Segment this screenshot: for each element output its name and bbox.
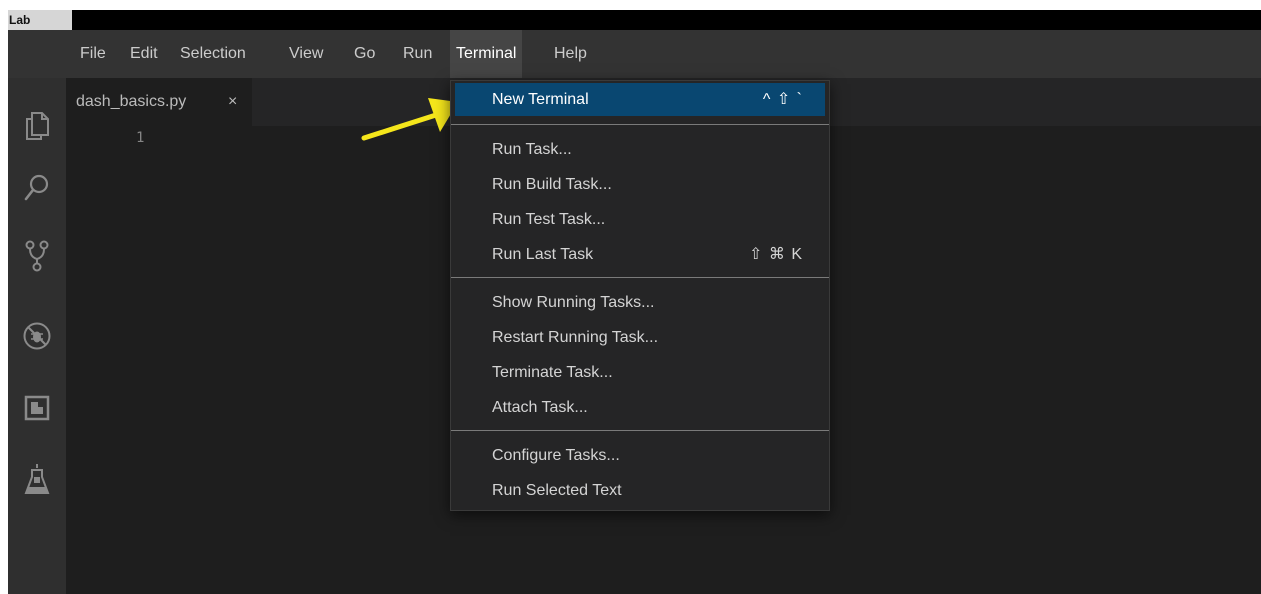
menu-run[interactable]: Run — [397, 30, 438, 78]
menu-go[interactable]: Go — [348, 30, 381, 78]
menu-item-run-task[interactable]: Run Task... — [455, 133, 825, 166]
menu-bar: File Edit Selection View Go Run Terminal… — [8, 30, 1261, 78]
explorer-icon[interactable] — [8, 100, 66, 152]
menu-item-attach-task[interactable]: Attach Task... — [455, 391, 825, 424]
close-icon[interactable]: × — [228, 78, 237, 126]
menu-help[interactable]: Help — [548, 30, 593, 78]
menu-divider — [451, 277, 829, 278]
menu-item-run-last-task[interactable]: Run Last Task ⇧ ⌘ K — [455, 238, 825, 271]
menu-divider — [451, 124, 829, 125]
menu-item-new-terminal[interactable]: New Terminal ^ ⇧ ` — [455, 83, 825, 116]
menu-item-run-build-task[interactable]: Run Build Task... — [455, 168, 825, 201]
editor-tab-dash-basics[interactable]: dash_basics.py × — [66, 78, 252, 126]
line-number: 1 — [136, 130, 145, 146]
testing-flask-icon[interactable] — [8, 454, 66, 506]
app-window: Lab File Edit Selection View Go Run Term… — [8, 10, 1261, 594]
menu-divider — [451, 430, 829, 431]
menu-file[interactable]: File — [74, 30, 112, 78]
source-control-icon[interactable] — [8, 230, 66, 282]
tab-label: dash_basics.py — [76, 93, 187, 110]
menu-item-configure-tasks[interactable]: Configure Tasks... — [455, 439, 825, 472]
menu-item-restart-running-task[interactable]: Restart Running Task... — [455, 321, 825, 354]
menu-item-run-selected-text[interactable]: Run Selected Text — [455, 474, 825, 507]
menu-selection[interactable]: Selection — [174, 30, 252, 78]
menu-terminal[interactable]: Terminal — [450, 30, 523, 78]
window-title: Lab — [8, 10, 72, 30]
shortcut-label: ⇧ ⌘ K — [749, 246, 803, 263]
menu-item-show-running-tasks[interactable]: Show Running Tasks... — [455, 286, 825, 319]
shortcut-label: ^ ⇧ ` — [762, 91, 803, 108]
terminal-menu: New Terminal ^ ⇧ ` Run Task... Run Build… — [450, 80, 830, 511]
extensions-icon[interactable] — [8, 382, 66, 434]
debug-icon[interactable] — [8, 310, 66, 362]
title-bar: Lab — [8, 10, 1261, 30]
activity-bar — [8, 78, 66, 594]
menu-edit[interactable]: Edit — [124, 30, 164, 78]
menu-item-run-test-task[interactable]: Run Test Task... — [455, 203, 825, 236]
menu-item-terminate-task[interactable]: Terminate Task... — [455, 356, 825, 389]
search-icon[interactable] — [8, 162, 66, 214]
menu-view[interactable]: View — [283, 30, 329, 78]
